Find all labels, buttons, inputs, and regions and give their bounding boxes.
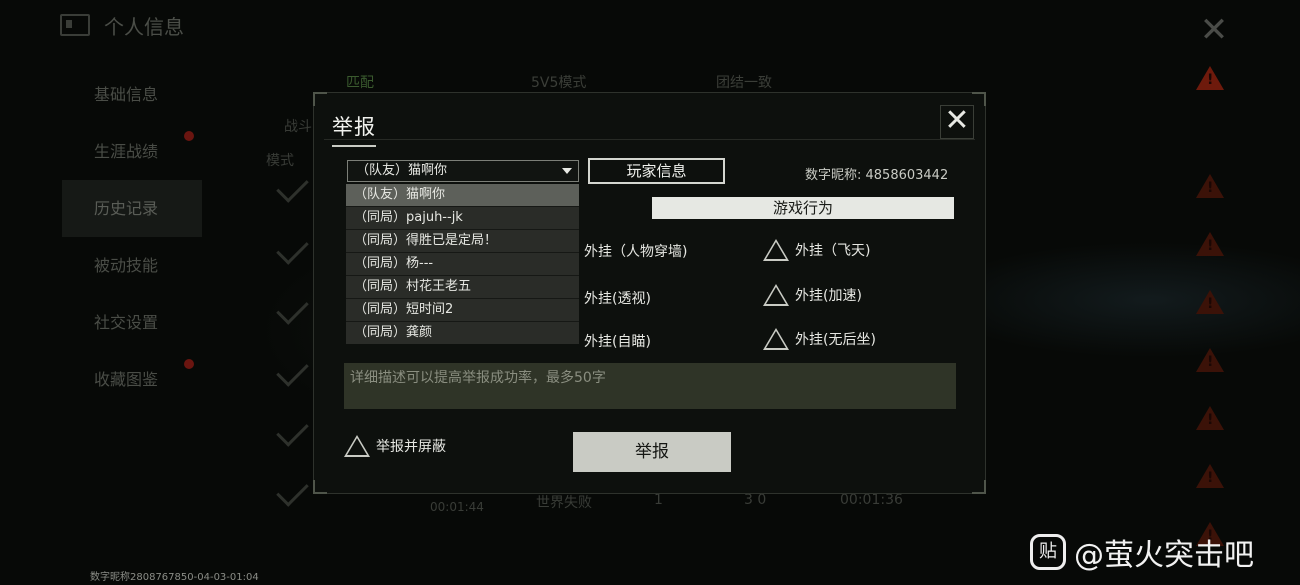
warning-icon[interactable] xyxy=(1196,66,1224,90)
option-label: 外挂(自瞄) xyxy=(584,334,651,350)
bg-tab-match[interactable]: 匹配 xyxy=(346,72,531,92)
corner-decoration xyxy=(972,480,986,494)
warning-column xyxy=(1190,60,1230,546)
bg-mode-label: 战斗 xyxy=(284,119,312,135)
dialog-title: 举报 xyxy=(332,111,376,147)
checkbox-triangle-icon xyxy=(344,435,370,457)
sidebar-item-career[interactable]: 生涯战绩 xyxy=(62,123,202,180)
option-label: 外挂(透视) xyxy=(584,291,651,307)
watermark-text: @萤火突击吧 xyxy=(1074,538,1254,573)
warning-icon[interactable] xyxy=(1196,174,1224,198)
player-select[interactable]: （队友）猫啊你 xyxy=(347,160,579,182)
option-esp[interactable]: 外挂(透视) xyxy=(584,288,651,308)
page-header: 个人信息 xyxy=(60,10,184,40)
checkbox-triangle-icon xyxy=(763,284,789,306)
bg-row-time: 00:01:36 xyxy=(840,492,903,508)
bg-tabs: 匹配 5V5模式 团结一致 xyxy=(346,72,901,92)
bg-tab-team[interactable]: 团结一致 xyxy=(716,72,901,92)
option-label: 外挂（飞天) xyxy=(795,243,871,259)
bg-col-label: 模式 xyxy=(266,153,294,169)
sidebar-item-basic-info[interactable]: 基础信息 xyxy=(62,66,202,123)
option-norecoil[interactable]: 外挂(无后坐) xyxy=(763,328,876,350)
warning-icon[interactable] xyxy=(1196,348,1224,372)
sidebar-item-passive-skills[interactable]: 被动技能 xyxy=(62,237,202,294)
option-aimbot[interactable]: 外挂(自瞄) xyxy=(584,331,651,351)
id-card-icon xyxy=(60,14,90,36)
page-title: 个人信息 xyxy=(104,14,184,39)
corner-decoration xyxy=(313,480,327,494)
option-label: 外挂（人物穿墙) xyxy=(584,244,688,260)
bg-tab-5v5[interactable]: 5V5模式 xyxy=(531,72,716,92)
sidebar-item-social[interactable]: 社交设置 xyxy=(62,294,202,351)
option-label: 外挂(无后坐) xyxy=(795,332,876,348)
dropdown-item[interactable]: （同局）短时间2 xyxy=(346,299,579,322)
warning-icon[interactable] xyxy=(1196,232,1224,256)
dropdown-item[interactable]: （同局）杨--- xyxy=(346,253,579,276)
sidebar-item-history[interactable]: 历史记录 xyxy=(62,180,202,237)
warning-icon[interactable] xyxy=(1196,464,1224,488)
close-icon[interactable]: ✕ xyxy=(940,105,974,139)
bg-row-time2: 00:01:44 xyxy=(430,500,484,514)
page-close-icon[interactable]: ✕ xyxy=(1198,13,1230,47)
tab-game-behavior[interactable]: 游戏行为 xyxy=(652,197,954,219)
report-and-block-option[interactable]: 举报并屏蔽 xyxy=(344,435,446,457)
report-and-block-label: 举报并屏蔽 xyxy=(376,439,446,455)
bg-row-count: 1 xyxy=(654,492,663,508)
notification-dot xyxy=(184,131,194,141)
dropdown-item[interactable]: （同局）pajuh--jk xyxy=(346,207,579,230)
report-button[interactable]: 举报 xyxy=(573,432,731,472)
checkbox-triangle-icon xyxy=(763,239,789,261)
player-nickname: 数字昵称: 4858603442 xyxy=(805,168,949,183)
corner-decoration xyxy=(313,92,327,106)
option-fly[interactable]: 外挂（飞天) xyxy=(763,239,870,261)
sidebar-item-collection[interactable]: 收藏图鉴 xyxy=(62,351,202,408)
option-label: 外挂(加速) xyxy=(795,288,862,304)
tab-other[interactable] xyxy=(580,197,650,219)
divider xyxy=(324,139,975,140)
tieba-logo-icon: 贴 xyxy=(1030,534,1066,570)
player-select-value: （队友）猫啊你 xyxy=(356,163,448,178)
dropdown-item[interactable]: （同局）村花王老五 xyxy=(346,276,579,299)
footer-id: 数字昵称2808767850-04-03-01:04 xyxy=(90,572,259,583)
dropdown-item[interactable]: （队友）猫啊你 xyxy=(346,184,579,207)
description-textarea[interactable]: 详细描述可以提高举报成功率，最多50字 xyxy=(344,363,956,409)
corner-decoration xyxy=(972,92,986,106)
option-wallhack[interactable]: 外挂（人物穿墙) xyxy=(584,241,687,261)
chevron-down-icon xyxy=(562,168,572,174)
option-speed[interactable]: 外挂(加速) xyxy=(763,284,862,306)
warning-icon[interactable] xyxy=(1196,290,1224,314)
warning-icon[interactable] xyxy=(1196,406,1224,430)
player-dropdown-list: （队友）猫啊你 （同局）pajuh--jk （同局）得胜已是定局！ （同局）杨-… xyxy=(346,184,579,344)
dropdown-item[interactable]: （同局）得胜已是定局！ xyxy=(346,230,579,253)
bg-row-kills: 3 0 xyxy=(744,492,767,508)
sidebar: 基础信息 生涯战绩 历史记录 被动技能 社交设置 收藏图鉴 xyxy=(62,66,202,408)
dropdown-item[interactable]: （同局）龚颜 xyxy=(346,322,579,344)
checkbox-triangle-icon xyxy=(763,328,789,350)
player-info-button[interactable]: 玩家信息 xyxy=(588,158,725,184)
watermark: 贴 @萤火突击吧 xyxy=(1030,530,1254,574)
bg-row-result: 世界失败 xyxy=(536,495,592,511)
notification-dot xyxy=(184,359,194,369)
